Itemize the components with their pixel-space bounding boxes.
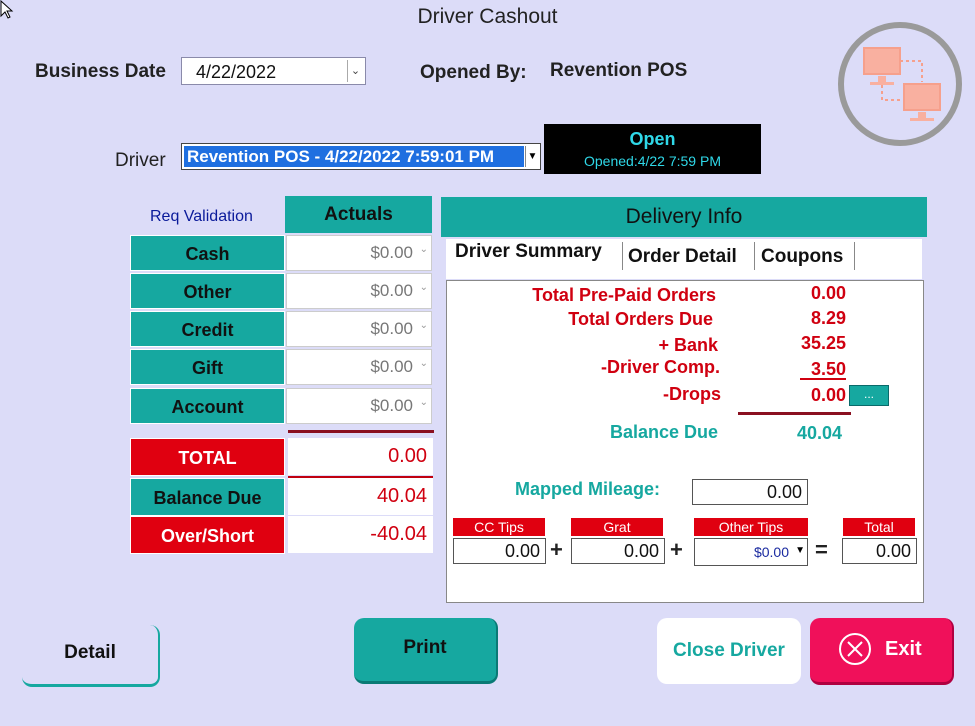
network-status-icon (838, 22, 962, 146)
chevron-down-icon[interactable]: ⌄ (420, 397, 428, 408)
delivery-info-header: Delivery Info (441, 197, 927, 237)
other-label: Other (130, 273, 285, 309)
driver-status-box: Open Opened:4/22 7:59 PM (544, 124, 761, 174)
close-circle-icon (839, 633, 871, 665)
drops-label: -Drops (663, 384, 721, 404)
other-input[interactable]: $0.00 ⌄ (286, 273, 432, 309)
status-opened: Opened:4/22 7:59 PM (584, 153, 721, 169)
tips-total-label: Total (843, 518, 915, 536)
account-value: $0.00 (370, 396, 413, 415)
tab-separator (754, 242, 755, 270)
grat-label: Grat (571, 518, 663, 536)
tab-separator (622, 242, 623, 270)
chevron-down-icon[interactable]: ⌄ (420, 320, 428, 331)
tips-total-value: 0.00 (842, 538, 917, 564)
gift-value: $0.00 (370, 357, 413, 376)
tab-separator (854, 242, 855, 270)
req-validation-label: Req Validation (150, 208, 253, 225)
orders-due-label: Total Orders Due (568, 309, 713, 329)
tab-driver-summary[interactable]: Driver Summary (455, 241, 602, 263)
driver-select-value: Revention POS - 4/22/2022 7:59:01 PM (184, 146, 524, 167)
mapped-mileage-input[interactable]: 0.00 (692, 479, 808, 505)
total-label: TOTAL (130, 438, 285, 476)
window-title: Driver Cashout (417, 5, 558, 28)
gift-input[interactable]: $0.00 ⌄ (286, 349, 432, 385)
drops-detail-button[interactable]: ... (849, 385, 889, 406)
opened-by-value: Revention POS (550, 60, 688, 81)
bank-value: 35.25 (800, 333, 846, 353)
total-divider (288, 430, 434, 433)
tab-coupons[interactable]: Coupons (761, 246, 843, 268)
chevron-down-icon[interactable]: ⌄ (420, 358, 428, 369)
credit-label: Credit (130, 311, 285, 347)
driver-comp-label: -Driver Comp. (600, 357, 720, 377)
other-tips-label: Other Tips (694, 518, 808, 536)
balance-due-value: 40.04 (288, 478, 433, 515)
cash-label: Cash (130, 235, 285, 271)
chevron-down-icon[interactable]: ⌄ (347, 60, 363, 82)
business-date-picker[interactable]: 4/22/2022 ⌄ (181, 57, 366, 85)
equals-icon: = (815, 537, 828, 562)
summary-divider (738, 412, 851, 415)
cursor-icon (0, 0, 14, 19)
driver-comp-value: 3.50 (810, 359, 846, 379)
cc-tips-label: CC Tips (453, 518, 545, 536)
plus-icon: + (670, 537, 683, 562)
over-short-value: -40.04 (288, 516, 433, 553)
print-button[interactable]: Print (354, 618, 498, 684)
driver-select[interactable]: Revention POS - 4/22/2022 7:59:01 PM ▼ (181, 143, 541, 170)
status-title: Open (629, 129, 676, 149)
close-driver-button[interactable]: Close Driver (657, 618, 801, 684)
other-tips-value: $0.00 (753, 544, 789, 560)
gift-label: Gift (130, 349, 285, 385)
business-date-label: Business Date (35, 61, 166, 82)
grat-input[interactable]: 0.00 (571, 538, 665, 564)
balance-due-label: Balance Due (130, 478, 285, 516)
cash-value: $0.00 (370, 243, 413, 262)
credit-input[interactable]: $0.00 ⌄ (286, 311, 432, 347)
account-label: Account (130, 388, 285, 424)
opened-by-label: Opened By: (420, 62, 527, 83)
chevron-down-icon[interactable]: ⌄ (420, 282, 428, 293)
chevron-down-icon[interactable]: ▼ (795, 545, 805, 556)
total-value: 0.00 (288, 438, 433, 475)
summary-balance-due-label: Balance Due (609, 422, 718, 442)
drops-value: 0.00 (810, 385, 846, 405)
over-short-label: Over/Short (130, 516, 285, 554)
business-date-value: 4/22/2022 (196, 62, 277, 82)
summary-balance-due-value: 40.04 (796, 423, 842, 443)
credit-value: $0.00 (370, 319, 413, 338)
driver-comp-underline (800, 378, 846, 380)
prepaid-orders-value: 0.00 (810, 283, 846, 303)
other-tips-select[interactable]: $0.00 ▼ (694, 538, 808, 566)
bank-label: + Bank (658, 335, 718, 355)
chevron-down-icon[interactable]: ⌄ (420, 244, 428, 255)
mapped-mileage-label: Mapped Mileage: (515, 479, 661, 499)
chevron-down-icon[interactable]: ▼ (525, 146, 539, 167)
tab-order-detail[interactable]: Order Detail (628, 246, 737, 268)
other-value: $0.00 (370, 281, 413, 300)
account-input[interactable]: $0.00 ⌄ (286, 388, 432, 424)
orders-due-value: 8.29 (810, 308, 846, 328)
driver-label: Driver (115, 150, 166, 171)
detail-button[interactable]: Detail (22, 625, 160, 687)
cc-tips-input[interactable]: 0.00 (453, 538, 546, 564)
plus-icon: + (550, 537, 563, 562)
prepaid-orders-label: Total Pre-Paid Orders (532, 285, 716, 305)
actuals-header: Actuals (285, 196, 432, 233)
exit-label: Exit (885, 638, 922, 660)
cash-input[interactable]: $0.00 ⌄ (286, 235, 432, 271)
exit-button[interactable]: Exit (810, 618, 954, 685)
